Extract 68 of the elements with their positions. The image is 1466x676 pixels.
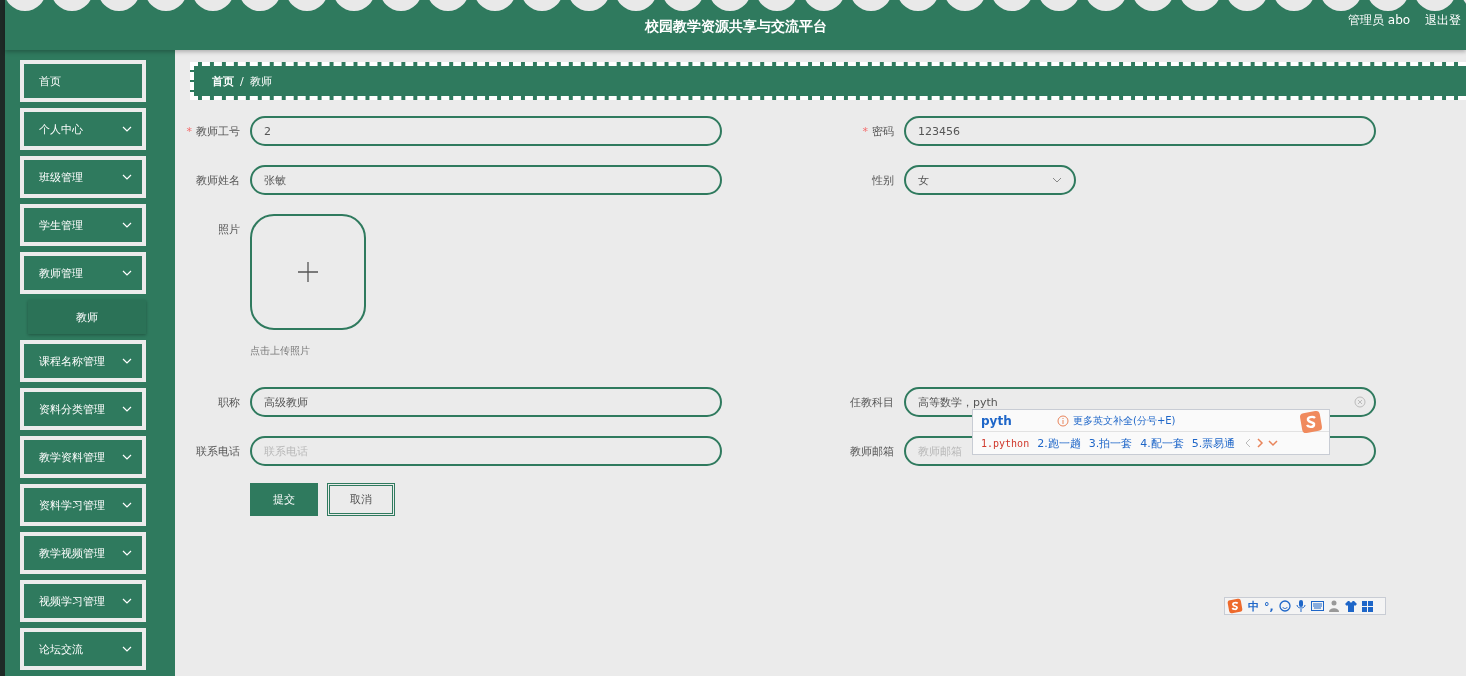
chevron-down-icon [1052, 177, 1062, 183]
select-field[interactable]: 女 [904, 165, 1076, 195]
sidebar-item[interactable]: 资料学习管理 [20, 484, 146, 526]
grid-icon[interactable] [1361, 600, 1373, 612]
sidebar-subitem[interactable]: 教师 [28, 300, 146, 334]
sidebar-item[interactable]: 首页 [20, 60, 146, 102]
sidebar-item[interactable]: 教学资料管理 [20, 436, 146, 478]
ime-candidate[interactable]: 1.python [981, 437, 1030, 449]
input-field[interactable]: 张敏 [250, 165, 722, 195]
sidebar-item[interactable]: 个人中心 [20, 108, 146, 150]
required-mark: * [186, 124, 192, 138]
chevron-down-icon [122, 358, 132, 364]
field-label: 教师姓名 [196, 172, 240, 188]
upload-box[interactable] [250, 214, 366, 330]
user-name: 管理员 abo [1348, 12, 1411, 29]
shirt-icon[interactable] [1344, 600, 1357, 612]
sidebar-item[interactable]: 论坛交流 [20, 628, 146, 670]
sidebar-item[interactable]: 视频学习管理 [20, 580, 146, 622]
user-icon[interactable] [1328, 600, 1340, 612]
breadcrumb-separator: / [240, 74, 244, 88]
input-field[interactable]: 高级教师 [250, 387, 722, 417]
punctuation-toggle[interactable]: °, [1264, 599, 1274, 613]
field-label: 性别 [872, 172, 894, 188]
field-label: 联系电话 [196, 443, 240, 459]
chevron-down-icon [122, 598, 132, 604]
upload-hint: 点击上传照片 [250, 344, 311, 358]
info-icon [1057, 414, 1069, 427]
sidebar-item[interactable]: 班级管理 [20, 156, 146, 198]
sidebar-item[interactable]: 资料分类管理 [20, 388, 146, 430]
field-label: 教师工号 [196, 123, 240, 139]
breadcrumb-link[interactable]: 首页 [212, 73, 234, 89]
sidebar-item[interactable]: 课程名称管理 [20, 340, 146, 382]
ime-candidate[interactable]: 3.拍一套 [1088, 435, 1133, 451]
sidebar-item[interactable]: 教学视频管理 [20, 532, 146, 574]
field-label: 照片 [218, 221, 240, 237]
chevron-down-icon [122, 454, 132, 460]
field-label: 密码 [872, 123, 894, 139]
ime-candidate[interactable]: 2.跑一趟 [1037, 435, 1081, 451]
chevron-down-icon [122, 126, 132, 132]
input-field[interactable]: 2 [250, 116, 722, 146]
logout-link[interactable]: 退出登 [1425, 12, 1461, 29]
input-field[interactable]: 123456 [904, 116, 1376, 146]
plus-icon [298, 262, 318, 282]
form-button[interactable]: 取消 [327, 483, 395, 516]
ime-candidate[interactable]: 5.票易通 [1191, 435, 1236, 451]
chevron-down-icon [122, 174, 132, 180]
ime-candidate[interactable]: 4.配一套 [1140, 435, 1184, 451]
smiley-icon[interactable] [1278, 600, 1291, 612]
field-label: 教师邮箱 [850, 443, 894, 459]
chevron-down-icon [122, 270, 132, 276]
form-button[interactable]: 提交 [250, 483, 318, 516]
chevron-down-icon [122, 406, 132, 412]
ime-hint: 更多英文补全(分号+E) [1073, 413, 1176, 428]
site-title: 校园教学资源共享与交流平台 [644, 18, 827, 36]
chevron-down-icon [122, 222, 132, 228]
microphone-icon[interactable] [1295, 600, 1306, 612]
keyboard-icon[interactable] [1310, 601, 1324, 611]
field-label: 任教科目 [850, 394, 894, 410]
sidebar-item[interactable]: 学生管理 [20, 204, 146, 246]
chevron-down-icon [122, 502, 132, 508]
breadcrumb-link[interactable]: 教师 [249, 73, 272, 89]
ime-mode[interactable]: 中 [1248, 598, 1259, 614]
sidebar-item[interactable]: 教师管理 [20, 252, 146, 294]
chevron-down-icon [122, 646, 132, 652]
chevron-down-icon [122, 550, 132, 556]
field-label: 职称 [218, 394, 240, 410]
required-mark: * [862, 124, 868, 138]
ime-composition: pyth [981, 413, 1013, 428]
